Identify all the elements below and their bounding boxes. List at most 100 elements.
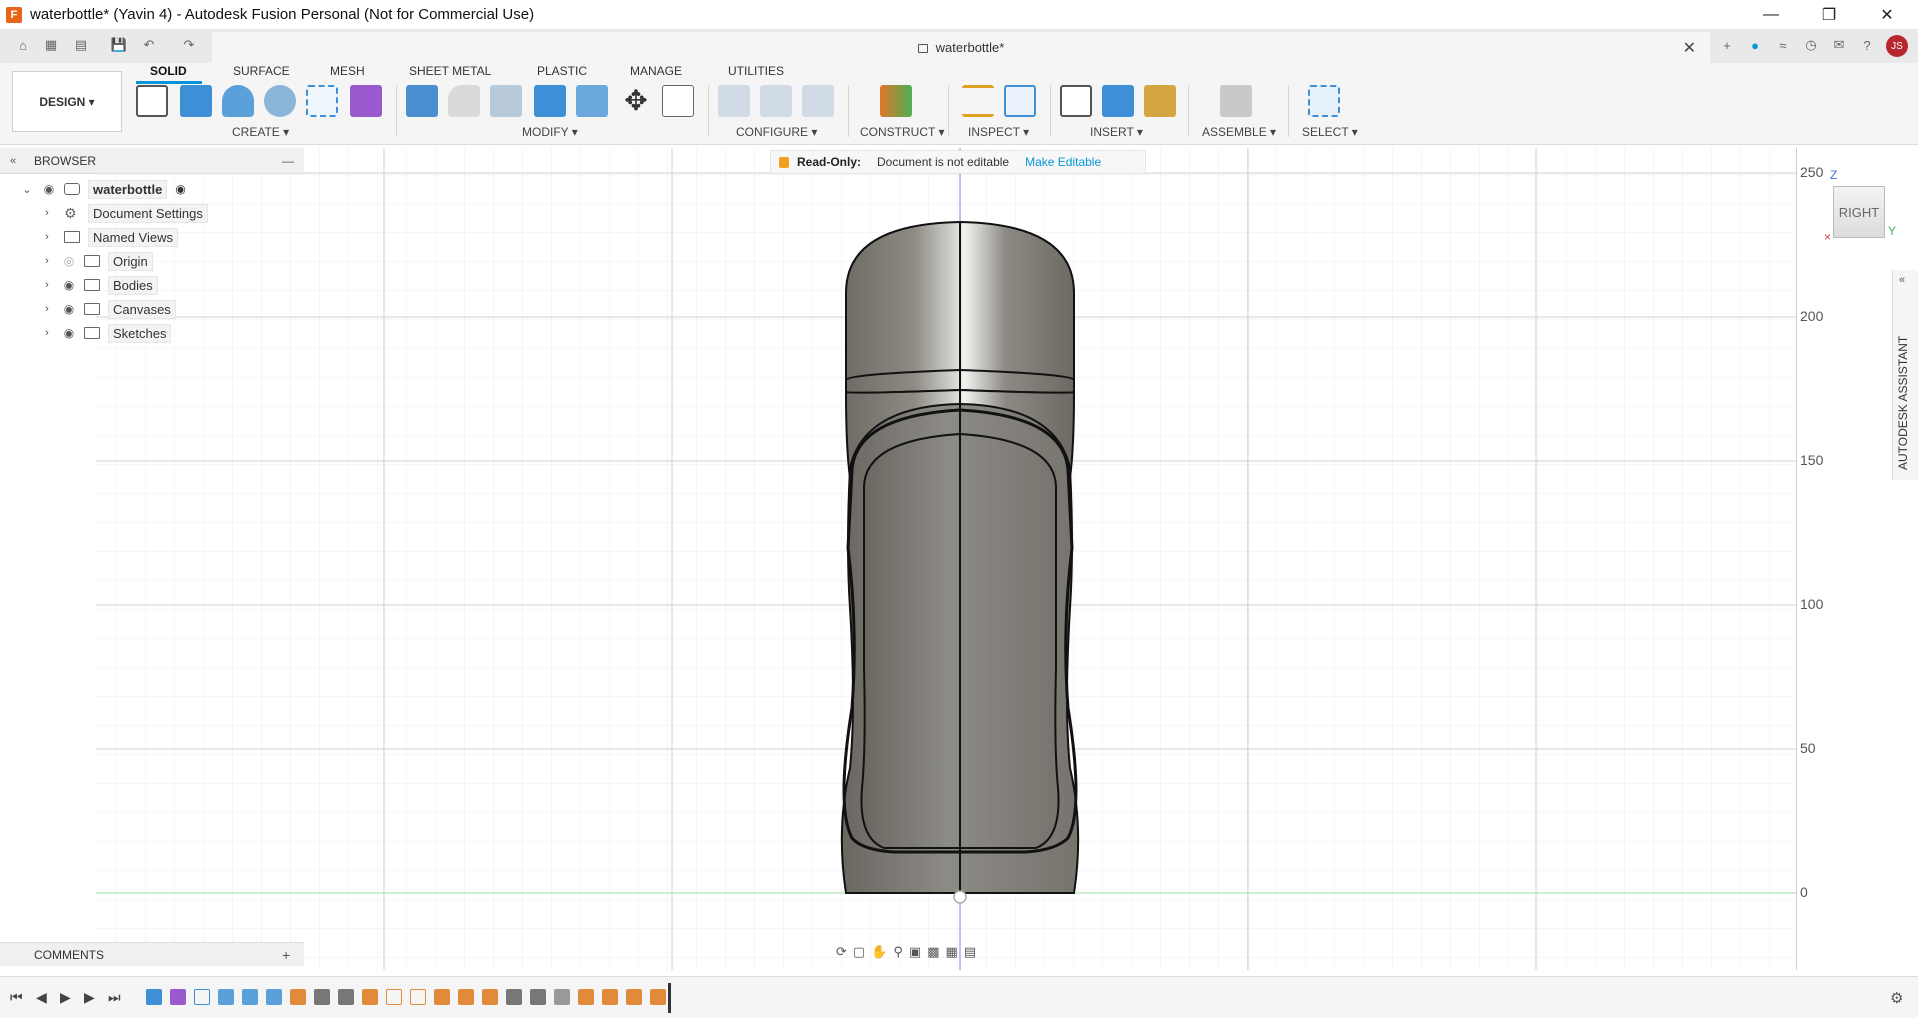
- timeline-feature-extrude[interactable]: [650, 989, 666, 1005]
- history-icon[interactable]: ◷: [1802, 36, 1820, 54]
- configure-rule-icon[interactable]: [760, 85, 792, 117]
- 3d-viewport[interactable]: [96, 148, 1796, 970]
- tree-item-sketches[interactable]: › ◉ Sketches: [20, 322, 172, 344]
- tree-item-canvases[interactable]: › ◉ Canvases: [20, 298, 176, 320]
- visibility-eye-icon[interactable]: ◉: [38, 182, 60, 196]
- zoom-icon[interactable]: ⚲: [893, 944, 903, 960]
- timeline-feature-form[interactable]: [170, 989, 186, 1005]
- root-component-label[interactable]: waterbottle: [88, 179, 168, 199]
- construct-group-label[interactable]: CONSTRUCT ▾: [860, 125, 944, 139]
- fillet-icon[interactable]: [448, 85, 480, 117]
- chevron-right-icon[interactable]: ›: [40, 255, 54, 267]
- new-component-icon[interactable]: [1220, 85, 1252, 117]
- display-settings-icon[interactable]: ▩: [927, 944, 939, 960]
- job-status-icon[interactable]: ●: [1746, 36, 1764, 54]
- tree-item-document-settings[interactable]: › ⚙ Document Settings: [20, 202, 208, 224]
- pan-icon[interactable]: ✋: [871, 944, 887, 960]
- close-tab-icon[interactable]: ✕: [1683, 38, 1696, 58]
- undo-icon[interactable]: ↶: [140, 36, 158, 54]
- timeline-feature-combine[interactable]: [458, 989, 474, 1005]
- timeline-feature-sketch[interactable]: [194, 989, 210, 1005]
- configure-group-label[interactable]: CONFIGURE ▾: [736, 125, 817, 139]
- timeline-feature-extrude[interactable]: [626, 989, 642, 1005]
- revolve-icon[interactable]: [222, 85, 254, 117]
- restore-button[interactable]: ❐: [1806, 0, 1852, 29]
- play-icon[interactable]: ▶: [60, 989, 71, 1006]
- look-at-icon[interactable]: ▢: [853, 944, 865, 960]
- timeline-feature-extrude[interactable]: [602, 989, 618, 1005]
- offset-plane-icon[interactable]: [880, 85, 912, 117]
- measure-icon[interactable]: [962, 85, 994, 117]
- tree-root[interactable]: ⌄ ◉ waterbottle ◉: [20, 178, 186, 200]
- modify-group-label[interactable]: MODIFY ▾: [522, 125, 578, 139]
- file-menu-icon[interactable]: ▤: [72, 36, 90, 54]
- new-tab-icon[interactable]: +: [1718, 36, 1736, 54]
- timeline-settings-gear-icon[interactable]: ⚙: [1890, 989, 1903, 1007]
- move-copy-icon[interactable]: ✥: [620, 85, 652, 117]
- grid-settings-icon[interactable]: ▦: [946, 944, 958, 960]
- save-icon[interactable]: 💾: [110, 36, 128, 54]
- step-forward-icon[interactable]: ▶: [84, 989, 95, 1006]
- help-icon[interactable]: ?: [1858, 36, 1876, 54]
- timeline-feature-plane[interactable]: [266, 989, 282, 1005]
- tree-item-named-views[interactable]: › Named Views: [20, 226, 178, 248]
- timeline-feature-shell[interactable]: [434, 989, 450, 1005]
- step-back-icon[interactable]: ◀: [36, 989, 47, 1006]
- user-avatar[interactable]: JS: [1886, 35, 1908, 57]
- fit-icon[interactable]: ▣: [909, 944, 921, 960]
- timeline-feature-sketch[interactable]: [386, 989, 402, 1005]
- shell-icon[interactable]: [534, 85, 566, 117]
- viewports-icon[interactable]: ▤: [964, 944, 976, 960]
- timeline-feature-plane[interactable]: [218, 989, 234, 1005]
- chevron-down-icon[interactable]: ⌄: [20, 183, 34, 196]
- go-to-end-icon[interactable]: ⏭: [108, 989, 121, 1006]
- timeline-feature-sketch[interactable]: [410, 989, 426, 1005]
- extensions-icon[interactable]: ≈: [1774, 36, 1792, 54]
- timeline-feature-mirror[interactable]: [554, 989, 570, 1005]
- tree-item-origin[interactable]: › ◎ Origin: [20, 250, 153, 272]
- timeline-feature-plane[interactable]: [242, 989, 258, 1005]
- chevron-right-icon[interactable]: ›: [40, 327, 54, 339]
- viewcube[interactable]: RIGHT: [1833, 186, 1885, 238]
- visibility-eye-icon[interactable]: ◉: [58, 278, 80, 292]
- timeline-feature-split[interactable]: [338, 989, 354, 1005]
- make-editable-link[interactable]: Make Editable: [1025, 155, 1101, 169]
- canvas-icon[interactable]: [1102, 85, 1134, 117]
- tab-utilities[interactable]: UTILITIES: [728, 63, 784, 79]
- go-to-start-icon[interactable]: ⏮: [10, 989, 23, 1006]
- section-analysis-icon[interactable]: [1004, 85, 1036, 117]
- timeline-feature-extrude[interactable]: [290, 989, 306, 1005]
- press-pull-icon[interactable]: [406, 85, 438, 117]
- hidden-eye-icon[interactable]: ◎: [58, 254, 80, 268]
- autodesk-assistant-label[interactable]: AUTODESK ASSISTANT: [1896, 336, 1910, 470]
- extrude-icon[interactable]: [180, 85, 212, 117]
- timeline-feature-extrude[interactable]: [482, 989, 498, 1005]
- insert-derive-icon[interactable]: [1060, 85, 1092, 117]
- timeline-marker[interactable]: [668, 983, 671, 1013]
- redo-icon[interactable]: ↷: [180, 36, 198, 54]
- tab-sheet-metal[interactable]: SHEET METAL: [409, 63, 491, 79]
- grid-menu-icon[interactable]: ▦: [42, 36, 60, 54]
- tab-surface[interactable]: SURFACE: [233, 63, 290, 79]
- timeline-feature-split[interactable]: [506, 989, 522, 1005]
- expand-assistant-icon[interactable]: «: [1899, 274, 1905, 286]
- close-window-button[interactable]: ✕: [1864, 0, 1910, 29]
- orbit-icon[interactable]: ⟳: [836, 944, 847, 960]
- timeline-feature-fillet[interactable]: [362, 989, 378, 1005]
- assemble-group-label[interactable]: ASSEMBLE ▾: [1202, 125, 1276, 139]
- tree-item-bodies[interactable]: › ◉ Bodies: [20, 274, 158, 296]
- chevron-right-icon[interactable]: ›: [40, 207, 54, 219]
- add-comment-button[interactable]: +: [282, 947, 290, 963]
- visibility-eye-icon[interactable]: ◉: [58, 326, 80, 340]
- chevron-right-icon[interactable]: ›: [40, 303, 54, 315]
- timeline-feature-extrude[interactable]: [578, 989, 594, 1005]
- minimize-button[interactable]: —: [1748, 0, 1794, 29]
- collapse-panel-icon[interactable]: «: [10, 155, 16, 167]
- select-window-icon[interactable]: [1308, 85, 1340, 117]
- timeline-feature-canvas[interactable]: [146, 989, 162, 1005]
- timeline-feature-split[interactable]: [314, 989, 330, 1005]
- activate-radio-icon[interactable]: ◉: [175, 182, 185, 196]
- configure-table-icon[interactable]: [718, 85, 750, 117]
- chevron-right-icon[interactable]: ›: [40, 279, 54, 291]
- workspace-switcher-button[interactable]: DESIGN ▾: [12, 71, 122, 132]
